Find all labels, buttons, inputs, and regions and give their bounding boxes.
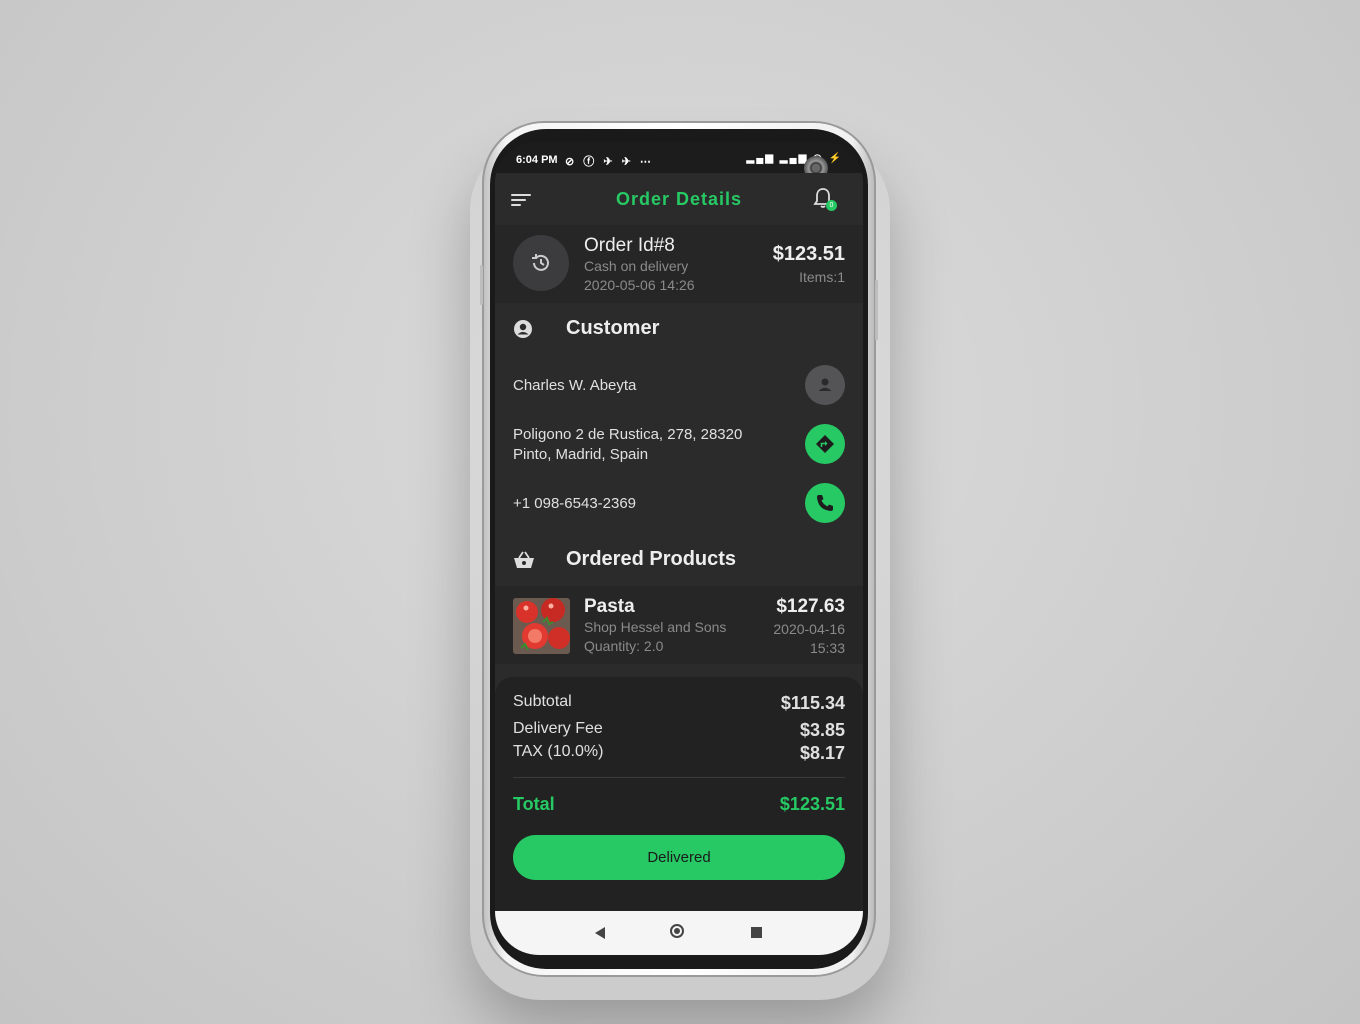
history-icon <box>513 235 569 291</box>
phone-icon <box>817 495 833 511</box>
page-title: Order Details <box>615 189 743 209</box>
customer-name: Charles W. Abeyta <box>513 377 637 394</box>
notification-bell-icon[interactable]: 0 <box>813 187 837 211</box>
customer-section-header: Customer <box>495 309 863 349</box>
delivery-fee-row: Delivery Fee $3.85 <box>513 720 845 740</box>
product-item[interactable]: Pasta Shop Hessel and Sons Quantity: 2.0… <box>495 586 863 664</box>
product-quantity: Quantity: 2.0 <box>584 638 664 654</box>
product-date: 2020-04-16 <box>773 621 845 637</box>
basket-icon <box>513 550 534 570</box>
subtotal-label: Subtotal <box>513 693 572 710</box>
delivery-fee-value: $3.85 <box>799 720 845 740</box>
tax-row: TAX (10.0%) $8.17 <box>513 743 845 763</box>
tax-label: TAX (10.0%) <box>513 743 604 760</box>
subtotal-row: Subtotal $115.34 <box>513 693 845 713</box>
home-icon[interactable] <box>670 924 684 938</box>
directions-icon <box>816 435 834 453</box>
recent-apps-icon[interactable] <box>751 927 762 938</box>
status-right-icons: ▂▄▆ ▂▄▆ ◠ ⚡ <box>746 153 843 164</box>
tax-value: $8.17 <box>799 743 845 763</box>
phone-screen: 6:04 PM ⊘ ⓕ ✈ ✈ ⋯ ▂▄▆ ▂▄▆ ◠ ⚡ Order Deta… <box>495 143 863 955</box>
call-button[interactable] <box>805 483 845 523</box>
product-price: $127.63 <box>776 596 845 617</box>
order-totals-panel: Subtotal $115.34 Delivery Fee $3.85 TAX … <box>495 677 863 917</box>
notification-badge: 0 <box>826 200 837 211</box>
order-id: Order Id#8 <box>584 235 675 256</box>
customer-section-title: Customer <box>566 317 660 339</box>
back-icon[interactable] <box>595 927 605 939</box>
app-bar: Order Details 0 <box>495 173 863 225</box>
products-section-title: Ordered Products <box>566 548 737 570</box>
product-time: 15:33 <box>809 640 845 656</box>
customer-phone: +1 098-6543-2369 <box>513 495 637 512</box>
subtotal-value: $115.34 <box>780 693 845 713</box>
address-line-1: Poligono 2 de Rustica, 278, 28320 <box>513 426 743 443</box>
payment-method: Cash on delivery <box>584 258 689 274</box>
products-section-header: Ordered Products <box>495 540 863 580</box>
phone-side-button <box>480 265 483 305</box>
customer-address: Poligono 2 de Rustica, 278, 28320 Pinto,… <box>513 425 742 465</box>
product-shop: Shop Hessel and Sons <box>584 619 727 635</box>
order-summary-card: Order Id#8 Cash on delivery 2020-05-06 1… <box>495 225 863 303</box>
product-datetime: 2020-04-16 15:33 <box>773 620 845 658</box>
product-image <box>513 598 570 654</box>
total-label: Total <box>513 794 555 814</box>
divider <box>513 777 845 778</box>
order-items-count: Items:1 <box>799 269 845 285</box>
user-circle-icon <box>513 319 533 339</box>
order-total: $123.51 <box>772 243 845 265</box>
total-row: Total $123.51 <box>513 794 845 815</box>
customer-profile-button[interactable] <box>805 365 845 405</box>
phone-side-button <box>875 280 878 340</box>
total-value: $123.51 <box>779 794 845 814</box>
order-date: 2020-05-06 14:26 <box>584 277 695 293</box>
status-time: 6:04 PM <box>516 154 558 166</box>
delivery-fee-label: Delivery Fee <box>513 720 603 737</box>
directions-button[interactable] <box>805 424 845 464</box>
person-icon <box>818 378 832 391</box>
product-name: Pasta <box>584 596 635 617</box>
delivered-button[interactable]: Delivered <box>513 835 845 880</box>
address-line-2: Pinto, Madrid, Spain <box>513 446 649 463</box>
system-navigation-bar <box>495 911 863 955</box>
status-left-icons: ⊘ ⓕ ✈ ✈ ⋯ <box>565 156 654 168</box>
